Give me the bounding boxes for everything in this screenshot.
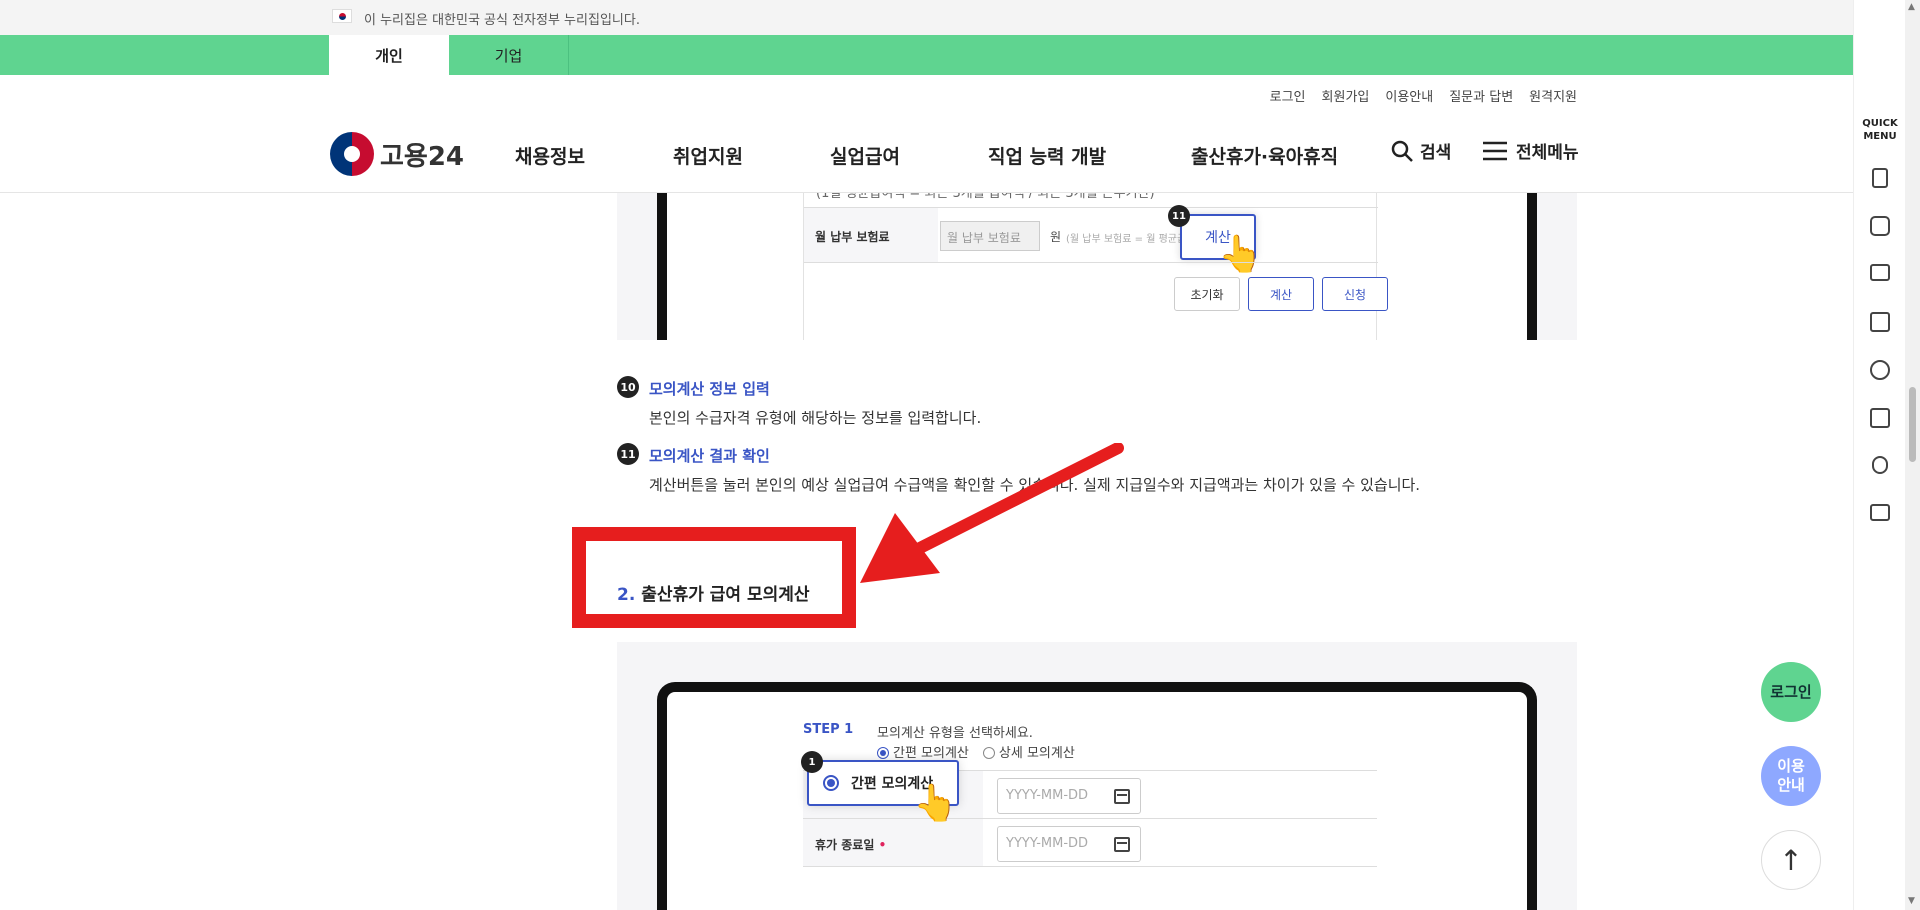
highlight-box [572,527,856,628]
nav-maternity-parental-leave[interactable]: 출산휴가·육아휴직 [1191,142,1338,169]
floating-guide-button[interactable]: 이용 안내 [1761,746,1821,806]
step1-label: STEP 1 [803,722,854,737]
scroll-down-arrow-icon[interactable]: ▼ [1908,896,1915,906]
radio-detail-label: 상세 모의계산 [998,746,1075,761]
calc-form: (1일 평균급여액 = 최근 3개월 급여액 / 최근 3개월 근무기간) 월 … [803,193,1388,340]
util-guide-link[interactable]: 이용안내 [1385,86,1433,105]
step-badge: 11 [1168,205,1190,227]
scrollbar[interactable]: ▲ ▼ [1905,0,1920,910]
page: 이 누리집은 대한민국 공식 전자정부 누리집입니다. 개인 기업 로그인 회원… [0,0,1920,910]
required-mark: • [878,838,887,852]
building-icon[interactable] [1872,168,1888,188]
radio-checked-icon [823,775,839,791]
section-number: 2. [617,585,636,605]
tablet-frame: (1일 평균급여액 = 최근 3개월 급여액 / 최근 3개월 근무기간) 월 … [657,193,1537,340]
header: 고용24 채용정보 취업지원 실업급여 직업 능력 개발 출산휴가·육아휴직 검… [0,115,1853,193]
leave-start-input[interactable]: YYYY-MM-DD [997,778,1141,814]
audience-tabs: 개인 기업 [0,35,1853,75]
search-icon [1391,140,1413,162]
all-menu-label: 전체메뉴 [1516,143,1579,163]
util-links: 로그인 회원가입 이용안내 질문과 답변 원격지원 [1270,86,1577,105]
row-divider [804,262,1378,263]
quick-menu-title: QUICK MENU [1862,118,1898,142]
step-number: 10 [617,376,639,398]
monitor-icon[interactable] [1870,264,1890,281]
tab-personal[interactable]: 개인 [329,35,449,75]
radio-simple-label: 간편 모의계산 [893,746,969,761]
step-title: 모의계산 정보 입력 [649,380,770,398]
step-desc: 본인의 수급자격 유형에 해당하는 정보를 입력합니다. [649,409,982,427]
quick-menu: QUICK MENU [1853,0,1905,910]
util-signup-link[interactable]: 회원가입 [1322,86,1370,105]
nav-skills-development[interactable]: 직업 능력 개발 [988,142,1106,169]
radio-detail[interactable]: 상세 모의계산 [982,742,1075,761]
main-content: (1일 평균급여액 = 최근 3개월 급여액 / 최근 3개월 근무기간) 월 … [0,193,1853,910]
pointing-hand-icon: 👆 [913,783,958,824]
guide-screenshot-maternity: STEP 1 모의계산 유형을 선택하세요. 간편 모의계산 상세 모의계산 휴… [617,642,1577,910]
util-remote-link[interactable]: 원격지원 [1529,86,1577,105]
guide-line1: 이용 [1777,757,1805,775]
monthly-premium-input[interactable]: 월 납부 보험료 [940,221,1040,251]
calendar-icon[interactable] [1114,789,1130,804]
site-logo[interactable]: 고용24 [330,132,464,176]
scroll-up-arrow-icon[interactable]: ▲ [1908,2,1915,12]
printer-icon[interactable] [1870,504,1890,521]
util-qna-link[interactable]: 질문과 답변 [1449,86,1513,105]
red-arrow-icon [860,443,1124,583]
reset-button[interactable]: 초기화 [1174,277,1240,311]
section-title: 2. 출산휴가 급여 모의계산 [617,580,810,605]
monthly-premium-label: 월 납부 보험료 [815,230,890,244]
step-badge: 1 [801,751,823,773]
tab-corporate[interactable]: 기업 [449,35,569,75]
taegeuk-emblem-icon [330,132,374,176]
pointing-hand-icon: 👆 [1218,234,1263,275]
section-title-text: 출산휴가 급여 모의계산 [641,585,810,605]
radio-checked-icon [877,747,889,759]
nav-jobs[interactable]: 채용정보 [515,142,585,169]
leave-end-label: 휴가 종료일 • [815,836,886,853]
step1-desc: 모의계산 유형을 선택하세요. [877,726,1033,741]
gov-banner-text: 이 누리집은 대한민국 공식 전자정부 누리집입니다. [364,13,640,28]
step-title: 모의계산 결과 확인 [649,447,770,465]
coin-stack-icon[interactable] [1872,456,1888,474]
util-login-link[interactable]: 로그인 [1270,86,1306,105]
hamburger-icon [1483,141,1507,160]
smile-icon[interactable] [1870,360,1890,380]
guide-screenshot-calc: (1일 평균급여액 = 최근 3개월 급여액 / 최근 3개월 근무기간) 월 … [617,193,1577,340]
floating-login-button[interactable]: 로그인 [1761,662,1821,722]
calc-button[interactable]: 계산 [1248,277,1314,311]
avg-pay-note: (1일 평균급여액 = 최근 3개월 급여액 / 최근 3개월 근무기간) [816,193,1155,201]
radio-simple[interactable]: 간편 모의계산 [877,742,969,761]
chat-icon[interactable] [1870,216,1890,236]
logo-text: 고용24 [380,141,465,172]
won-unit: 원 [1050,230,1062,244]
nav-employment-support[interactable]: 취업지원 [673,142,743,169]
date-placeholder: YYYY-MM-DD [1006,836,1089,851]
leave-end-input[interactable]: YYYY-MM-DD [997,826,1141,862]
scroll-top-button[interactable]: ↑ [1761,830,1821,890]
radio-unchecked-icon [982,747,995,759]
date-placeholder: YYYY-MM-DD [1006,788,1089,803]
calc-type-radios: 간편 모의계산 상세 모의계산 [877,742,1075,761]
leave-end-label-text: 휴가 종료일 [815,838,875,852]
all-menu-button[interactable]: 전체메뉴 [1482,138,1579,163]
korea-flag-icon [332,9,352,23]
premium-formula: (월 납부 보험료 = 월 평균급여 [1066,234,1196,245]
calculator-icon[interactable] [1870,408,1890,428]
tablet-frame: STEP 1 모의계산 유형을 선택하세요. 간편 모의계산 상세 모의계산 휴… [657,682,1537,910]
guide-line2: 안내 [1777,776,1805,794]
step-number: 11 [617,443,639,465]
search-button[interactable]: 검색 [1390,138,1451,163]
calendar-icon[interactable] [1114,837,1130,852]
scrollbar-thumb[interactable] [1909,387,1916,462]
checklist-icon[interactable] [1870,312,1890,332]
nav-unemployment-benefit[interactable]: 실업급여 [830,142,900,169]
search-label: 검색 [1420,143,1452,163]
row-divider [803,866,1377,867]
apply-button[interactable]: 신청 [1322,277,1388,311]
gov-banner: 이 누리집은 대한민국 공식 전자정부 누리집입니다. [0,0,1853,35]
